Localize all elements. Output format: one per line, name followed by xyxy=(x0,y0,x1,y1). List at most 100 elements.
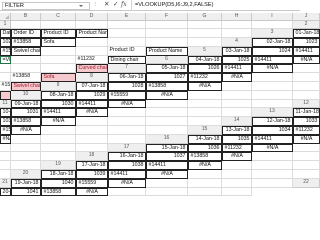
column-header[interactable]: H xyxy=(222,13,252,21)
cell[interactable] xyxy=(222,90,252,100)
cell[interactable] xyxy=(76,126,108,135)
cell[interactable]: 03-Jan-18 xyxy=(222,46,252,56)
cell[interactable]: #11232 xyxy=(222,143,252,153)
enter-icon[interactable]: ✓ xyxy=(113,1,119,9)
cell[interactable]: #14411 xyxy=(222,64,252,74)
column-header[interactable]: C xyxy=(41,13,76,21)
cell[interactable]: #N/A xyxy=(188,82,222,91)
cell[interactable] xyxy=(41,46,76,56)
cell[interactable] xyxy=(222,20,252,30)
row-header[interactable]: 11 xyxy=(0,99,11,109)
cell[interactable] xyxy=(146,29,188,39)
cell[interactable] xyxy=(146,117,188,127)
cell[interactable] xyxy=(188,20,222,30)
cell[interactable] xyxy=(293,82,320,91)
cell[interactable]: 17-Jan-18 xyxy=(76,161,108,171)
cell[interactable] xyxy=(222,161,252,171)
cell[interactable] xyxy=(188,90,222,100)
cell[interactable] xyxy=(76,38,108,47)
active-cell-editor[interactable]: =VLOOKUP(D5,I6:J9,2,FALSE) xyxy=(0,55,11,65)
cell[interactable] xyxy=(0,170,11,179)
cell[interactable] xyxy=(222,99,252,109)
cell[interactable]: #13858 xyxy=(146,82,188,91)
row-header[interactable]: 8 xyxy=(76,73,108,83)
cell[interactable]: 1038 xyxy=(108,161,146,171)
cell[interactable]: #11232 xyxy=(76,55,108,65)
cell[interactable] xyxy=(146,126,188,135)
cell[interactable]: #N/A xyxy=(108,99,146,109)
cell[interactable]: 1031 xyxy=(11,108,41,118)
cancel-icon[interactable]: ✕ xyxy=(104,1,110,9)
cell[interactable]: Product Name xyxy=(146,46,188,56)
insert-function-icon[interactable]: fx xyxy=(121,1,127,9)
cell[interactable]: #N/A xyxy=(222,73,252,83)
cell[interactable]: #13858 xyxy=(188,152,222,162)
cell[interactable] xyxy=(293,170,320,179)
cell[interactable] xyxy=(11,152,41,162)
cell[interactable]: #N/A xyxy=(252,64,293,74)
row-header[interactable]: 5 xyxy=(188,46,222,56)
cell[interactable] xyxy=(108,134,146,144)
cell[interactable]: #13858 xyxy=(11,117,41,127)
cell[interactable]: #N/A xyxy=(146,90,188,100)
cell[interactable]: #15559 xyxy=(108,90,146,100)
cell[interactable]: #N/A xyxy=(188,161,222,171)
cell[interactable]: Swivel chair xyxy=(11,82,41,91)
row-header[interactable]: 13 xyxy=(252,108,293,118)
cell[interactable]: #14411 xyxy=(293,46,320,56)
cell[interactable] xyxy=(108,20,146,30)
cell[interactable]: 1030 xyxy=(41,99,76,109)
cell[interactable] xyxy=(0,161,11,171)
cell[interactable] xyxy=(188,38,222,47)
cell[interactable]: 16-Jan-18 xyxy=(108,152,146,162)
cell[interactable]: #14411 xyxy=(41,108,76,118)
cell[interactable]: 09-Jan-18 xyxy=(11,99,41,109)
cell[interactable] xyxy=(188,170,222,179)
row-header[interactable]: 22 xyxy=(293,178,320,188)
column-header[interactable]: B xyxy=(11,13,41,21)
cell[interactable]: 01-Jan-18 xyxy=(293,29,320,39)
cell[interactable]: 10-Jan-18 xyxy=(0,108,11,118)
column-header[interactable]: I xyxy=(252,13,293,21)
row-header[interactable]: 17 xyxy=(108,143,146,153)
cell[interactable] xyxy=(146,178,188,188)
cell[interactable]: #14411 xyxy=(252,55,293,65)
cell[interactable] xyxy=(222,178,252,188)
cell[interactable]: 1039 xyxy=(76,170,108,179)
cell[interactable] xyxy=(0,73,11,83)
row-header[interactable]: 20 xyxy=(11,170,41,179)
cell[interactable]: 04-Jan-18 xyxy=(188,55,222,65)
cell[interactable] xyxy=(222,29,252,39)
row-header[interactable]: 12 xyxy=(293,99,320,109)
cell[interactable] xyxy=(146,99,188,109)
cell[interactable] xyxy=(252,178,293,188)
cell[interactable] xyxy=(293,64,320,74)
cell[interactable]: #N/A xyxy=(41,117,76,127)
cell[interactable]: #N/A xyxy=(76,108,108,118)
cell[interactable] xyxy=(188,178,222,188)
cell[interactable] xyxy=(252,20,293,30)
cell[interactable]: 1037 xyxy=(146,152,188,162)
cell[interactable]: Sofa xyxy=(41,73,76,83)
row-header[interactable]: 21 xyxy=(0,178,11,188)
cell[interactable] xyxy=(293,152,320,162)
cell[interactable] xyxy=(76,134,108,144)
cell[interactable] xyxy=(41,152,76,162)
cell[interactable]: #13858 xyxy=(11,73,41,83)
cell[interactable] xyxy=(76,143,108,153)
cell[interactable] xyxy=(41,134,76,144)
column-header[interactable]: J xyxy=(293,13,320,21)
cell[interactable]: #11232 xyxy=(293,126,320,135)
cell[interactable]: 1029 xyxy=(76,90,108,100)
cell[interactable]: #N/A xyxy=(11,126,41,135)
cell[interactable]: 1027 xyxy=(146,73,188,83)
cell[interactable] xyxy=(222,108,252,118)
cell[interactable] xyxy=(222,170,252,179)
cell[interactable]: 13-Jan-18 xyxy=(222,126,252,135)
cell[interactable]: 1034 xyxy=(252,126,293,135)
cell[interactable]: 14-Jan-18 xyxy=(188,134,222,144)
cell[interactable] xyxy=(146,20,188,30)
cell[interactable]: #14411 xyxy=(76,99,108,109)
cell[interactable]: 11-Jan-18 xyxy=(293,108,320,118)
cell[interactable]: 18-Jan-18 xyxy=(41,170,76,179)
